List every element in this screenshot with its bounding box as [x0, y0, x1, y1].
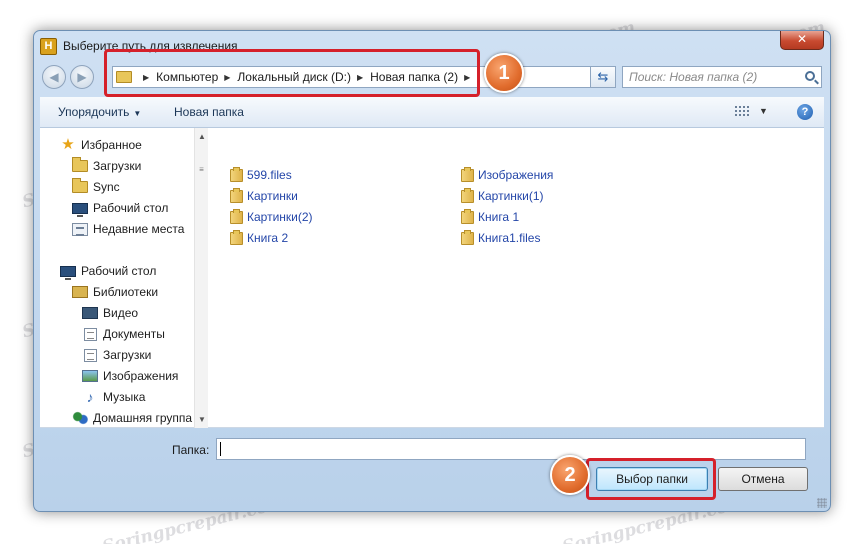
folder-icon	[72, 178, 88, 193]
folder-icon	[230, 187, 243, 203]
sidebar-item-label: Библиотеки	[93, 285, 159, 299]
list-item[interactable]: Книга1.files	[461, 229, 541, 245]
forward-button[interactable]: ▶	[70, 65, 94, 89]
downloads-icon	[84, 348, 97, 362]
sidebar-item-documents[interactable]: Документы	[82, 327, 165, 341]
sidebar-item-label: Sync	[93, 180, 120, 194]
folder-icon	[461, 187, 474, 203]
homegroup-icon	[72, 411, 88, 425]
callout-badge-2: 2	[550, 455, 590, 495]
sidebar-item-libraries[interactable]: Библиотеки	[72, 285, 158, 299]
sidebar-item-label: Изображения	[103, 369, 179, 383]
folder-icon	[461, 229, 474, 245]
folder-field-label: Папка:	[172, 443, 210, 457]
sidebar-item-label: Недавние места	[93, 222, 185, 236]
list-item[interactable]: 599.files	[230, 166, 292, 182]
content-area: ★ Избранное Загрузки Sync Рабочий стол Н…	[40, 128, 824, 428]
list-item[interactable]: Изображения	[461, 166, 554, 182]
search-icon[interactable]	[805, 71, 815, 81]
folder-name-input[interactable]	[216, 438, 806, 460]
organize-label: Упорядочить	[58, 105, 130, 119]
libraries-icon	[72, 286, 88, 298]
sidebar-item-label: Документы	[103, 327, 165, 341]
sidebar-item-label: Рабочий стол	[93, 201, 169, 215]
sidebar-item-images[interactable]: Изображения	[82, 369, 178, 383]
desktop-icon	[60, 265, 76, 280]
sidebar-item-label: Загрузки	[93, 159, 142, 173]
sidebar-item-label: Загрузки	[103, 348, 152, 362]
folder-icon	[230, 229, 243, 245]
callout-badge-1: 1	[484, 53, 524, 93]
scroll-up-icon[interactable]: ▲	[195, 132, 208, 141]
sidebar-item-video[interactable]: Видео	[82, 306, 138, 320]
search-input[interactable]: Поиск: Новая папка (2)	[622, 66, 822, 88]
desktop-icon	[72, 202, 88, 217]
sidebar-item-sync[interactable]: Sync	[72, 178, 120, 194]
text-caret	[220, 442, 221, 456]
sidebar-item-downloads[interactable]: Загрузки	[72, 157, 142, 173]
callout-highlight-select-button	[586, 458, 716, 500]
scroll-thumb[interactable]: ≡	[198, 166, 205, 174]
close-button[interactable]: ✕	[780, 31, 824, 50]
navigation-pane: ★ Избранное Загрузки Sync Рабочий стол Н…	[40, 128, 208, 428]
downloads-folder-icon	[72, 157, 88, 172]
sidebar-item-desktop-root[interactable]: Рабочий стол	[60, 264, 157, 280]
view-options-icon[interactable]	[735, 106, 749, 118]
toolbar: Упорядочить ▼ Новая папка ▼ ?	[40, 97, 824, 128]
sidebar-item-library-downloads[interactable]: Загрузки	[82, 348, 151, 362]
document-icon	[84, 327, 97, 341]
app-icon: H	[40, 38, 57, 55]
recent-places-icon	[72, 222, 88, 236]
file-name: 599.files	[247, 168, 292, 182]
file-name: Книга 2	[247, 231, 289, 245]
chevron-down-icon[interactable]: ▼	[759, 106, 768, 116]
list-item[interactable]: Книга 1	[461, 208, 520, 224]
file-name: Картинки(1)	[478, 189, 544, 203]
sidebar-item-label: Домашняя группа	[93, 411, 193, 425]
video-icon	[82, 307, 98, 319]
sidebar-item-label: Музыка	[103, 390, 146, 404]
chevron-down-icon: ▼	[133, 109, 142, 118]
folder-icon	[461, 166, 474, 182]
file-name: Книга 1	[478, 210, 520, 224]
list-item[interactable]: Картинки(2)	[230, 208, 313, 224]
sidebar-item-label: Видео	[103, 306, 139, 320]
resize-grip[interactable]	[817, 498, 827, 508]
list-item[interactable]: Картинки	[230, 187, 298, 203]
file-name: Картинки	[247, 189, 298, 203]
sidebar-item-favorites[interactable]: ★ Избранное	[60, 136, 142, 153]
help-icon[interactable]: ?	[797, 104, 813, 120]
file-name: Картинки(2)	[247, 210, 313, 224]
star-icon: ★	[61, 136, 75, 153]
music-icon: ♪	[86, 389, 94, 405]
file-name: Изображения	[478, 168, 554, 182]
refresh-button[interactable]: ⇆	[590, 66, 616, 88]
folder-browser-dialog: H Выберите путь для извлечения ✕ ◀ ▶ ▶ К…	[33, 30, 831, 512]
sidebar-item-music[interactable]: ♪ Музыка	[82, 389, 146, 405]
file-name: Книга1.files	[478, 231, 541, 245]
scroll-down-icon[interactable]: ▼	[195, 415, 208, 424]
sidebar-item-desktop[interactable]: Рабочий стол	[72, 201, 169, 217]
navigation-scrollbar[interactable]: ▲ ≡ ▼	[194, 128, 208, 428]
organize-button[interactable]: Упорядочить ▼	[58, 105, 141, 119]
folder-icon	[230, 208, 243, 224]
callout-highlight-address	[104, 49, 480, 97]
cancel-button[interactable]: Отмена	[718, 467, 808, 491]
image-icon	[82, 370, 98, 382]
list-item[interactable]: Картинки(1)	[461, 187, 544, 203]
folder-icon	[230, 166, 243, 182]
folder-icon	[461, 208, 474, 224]
sidebar-item-recent-places[interactable]: Недавние места	[72, 222, 184, 236]
sidebar-item-homegroup[interactable]: Домашняя группа	[72, 411, 192, 425]
list-item[interactable]: Книга 2	[230, 229, 289, 245]
sidebar-item-label: Рабочий стол	[81, 264, 157, 278]
new-folder-button[interactable]: Новая папка	[174, 105, 244, 119]
sidebar-item-label: Избранное	[81, 138, 142, 152]
search-placeholder: Поиск: Новая папка (2)	[629, 70, 758, 84]
back-button[interactable]: ◀	[42, 65, 66, 89]
